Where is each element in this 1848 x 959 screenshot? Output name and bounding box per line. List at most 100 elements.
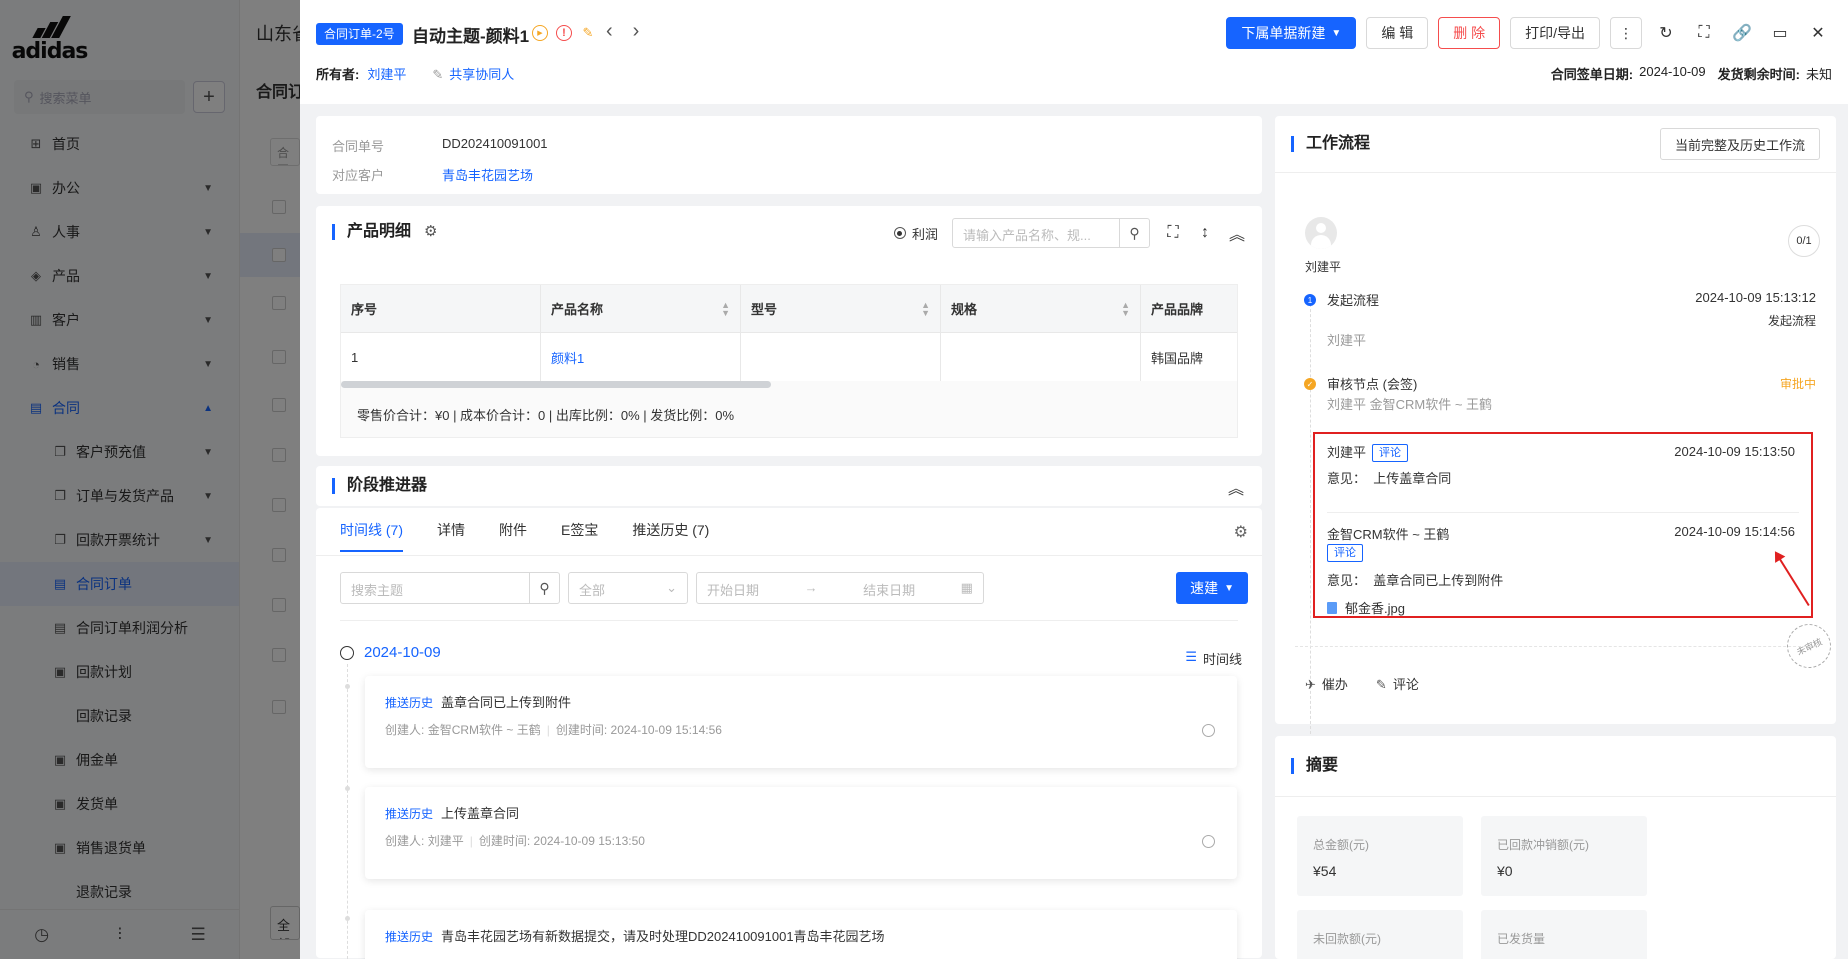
workflow-history-button[interactable]: 当前完整及历史工作流 [1659,128,1820,160]
comment-icon[interactable] [1202,724,1215,737]
quick-create-button[interactable]: 速建 ▼ [1176,572,1248,604]
tab-esign[interactable]: E签宝 [561,520,598,552]
product-totals: 零售价合计：¥0 | 成本价合计：0 | 出库比例：0% | 发货比例：0% [357,408,735,423]
timeline-dot [345,916,350,921]
collapse-icon[interactable]: ︽ [1228,475,1244,499]
pen-icon: ✎ [1375,677,1387,692]
comment-icon[interactable] [1202,835,1215,848]
sort-icon[interactable]: ▲ ▼ [1121,300,1130,317]
profit-radio[interactable]: 利润 [893,224,938,243]
pin-icon: ✈ [1305,677,1316,692]
expand-icon[interactable]: ⛶ [1164,224,1182,242]
comment-label: 评论 [1392,677,1419,692]
opinion-text: 盖章合同已上传到附件 [1373,573,1504,588]
summary-label: 总金额(元) [1313,838,1369,852]
step-status: 审批中 [1779,377,1816,391]
settings-icon[interactable]: ⚙ [424,222,437,240]
summary-total-amount: 总金额(元) ¥54 [1297,816,1463,896]
product-name-link[interactable]: 颜料1 [541,333,740,381]
comment-time: 2024-10-09 15:14:56 [1674,524,1795,539]
search-icon[interactable]: ⚲ [529,573,559,603]
timeline-date: 2024-10-09 [340,644,441,661]
previous-record-icon[interactable]: ‹ [606,20,613,43]
timeline-entry[interactable]: 推送历史 盖章合同已上传到附件 创建人: 金智CRM软件 ~ 王鹤 | 创建时间: 2… [365,676,1237,768]
order-detail-drawer: 合同订单-2号 自动主题-颜料1 ▶ ! ✎ ‹ › 所有者: 刘建平 ✎ 共享协… [300,0,1848,959]
tab-details[interactable]: 详情 [437,520,465,552]
chevron-down-icon: ▼ [1331,27,1342,39]
avatar-name: 刘建平 [1305,260,1342,274]
topic-search-input[interactable]: 搜索主题 ⚲ [340,572,560,604]
approval-count: 0/1 [1788,225,1820,257]
note-icon[interactable]: ✎ [580,25,596,41]
order-number-tag: 合同订单-2号 [316,23,403,45]
column-header-label: 产品名称 [551,302,604,317]
calendar-icon: ▦ [960,580,973,595]
divider [1275,796,1836,797]
summary-shipped-qty: 已发货量 [1481,910,1647,959]
sort-icon[interactable]: ▲ ▼ [721,300,730,317]
table-cell: 1 [341,333,540,381]
gear-icon[interactable]: ⚙ [1234,522,1248,542]
step-start-icon: 1 [1304,294,1316,306]
select-value: 全部 [579,583,606,598]
warning-icon[interactable]: ! [556,25,572,41]
customer-link[interactable]: 青岛丰花园艺场 [442,165,533,184]
share-collaborators-link[interactable]: ✎ 共享协同人 [432,64,514,83]
delete-button[interactable]: 删 除 [1438,17,1501,49]
tab-timeline[interactable]: 时间线 (7) [340,520,403,552]
clock-icon [340,645,354,660]
play-icon[interactable]: ▶ [532,25,548,41]
divider [340,620,1238,621]
field-label: 合同单号 [332,139,385,154]
timeline-entry[interactable]: 推送历史 青岛丰花园艺场有新数据提交，请及时处理DD202410091001青岛丰… [365,910,1237,959]
column-header[interactable]: 型号 ▲ ▼ [741,285,940,333]
tab-attachments[interactable]: 附件 [499,520,527,552]
tab-push-history[interactable]: 推送历史 (7) [632,520,709,552]
field-label: 对应客户 [332,168,385,183]
basic-info-card: 合同单号 DD202410091001 对应客户 青岛丰花园艺场 [316,116,1262,194]
horizontal-scrollbar[interactable] [341,381,771,388]
radio-icon [893,227,906,239]
date-range-picker[interactable]: 开始日期 → 结束日期 ▦ [696,572,984,604]
search-icon[interactable]: ⚲ [1119,219,1149,247]
collapse-icon[interactable]: ︽ [1228,221,1246,245]
refresh-icon[interactable]: ↻ [1652,17,1680,49]
step-person: 刘建平 [1327,333,1367,348]
close-icon[interactable]: ✕ [1804,17,1832,49]
fullscreen-icon[interactable]: ⛶ [1690,17,1718,49]
row-height-icon[interactable]: ↕ [1196,224,1214,242]
entry-tag: 推送历史 [385,696,434,710]
divider [316,555,1262,556]
new-sub-label: 下属单据新建 [1241,25,1326,41]
entry-title: 青岛丰花园艺场有新数据提交，请及时处理DD202410091001青岛丰花园艺场 [441,929,885,944]
column-header[interactable]: 规格 ▲ ▼ [941,285,1140,333]
product-search-input[interactable]: 请输入产品名称、规... ⚲ [952,218,1150,248]
attachment-file[interactable]: 郁金香.jpg [1327,598,1799,617]
owner-name-link[interactable]: 刘建平 [367,64,406,83]
comment-button[interactable]: ✎ 评论 [1376,674,1419,693]
opinion-label: 意见： [1327,573,1367,588]
page-title: 自动主题-颜料1 [412,27,530,46]
customer-row: 对应客户 青岛丰花园艺场 [332,165,1246,184]
more-menu-button[interactable]: ⋮ [1610,17,1642,49]
timeline-entry[interactable]: 推送历史 上传盖章合同 创建人: 刘建平 | 创建时间: 2024-10-09 15:… [365,787,1237,879]
column-header[interactable]: 产品名称 ▲ ▼ [541,285,740,333]
sort-icon[interactable]: ▲ ▼ [921,300,930,317]
comment-tag-line: 评论 [1327,544,1799,562]
summary-label: 已回款冲销额(元) [1497,838,1589,852]
new-sub-document-button[interactable]: 下属单据新建 ▼ [1226,17,1357,49]
column-header[interactable]: 序号 [341,285,540,333]
product-table-grid: 序号1 产品名称▲▼颜料1 型号▲▼ 规格▲▼ 产品品牌▲▼韩国品牌 单位年 [341,285,1237,381]
urge-button[interactable]: ✈ 催办 [1305,674,1348,693]
dock-panel-icon[interactable]: ▭ [1766,17,1794,49]
print-export-button[interactable]: 打印/导出 [1510,17,1600,49]
timeline-view-toggle[interactable]: ☰ 时间线 [1185,649,1242,668]
link-icon[interactable]: 🔗 [1728,17,1756,49]
type-select[interactable]: 全部 ⌄ [568,572,688,604]
comment-opinion: 意见： 上传盖章合同 [1327,468,1799,487]
next-record-icon[interactable]: › [633,20,640,43]
column-model: 型号 ▲ ▼ [741,285,941,381]
creator-value: 刘建平 [427,834,464,848]
column-header[interactable]: 产品品牌▲▼ [1141,285,1237,333]
edit-button[interactable]: 编 辑 [1366,17,1429,49]
